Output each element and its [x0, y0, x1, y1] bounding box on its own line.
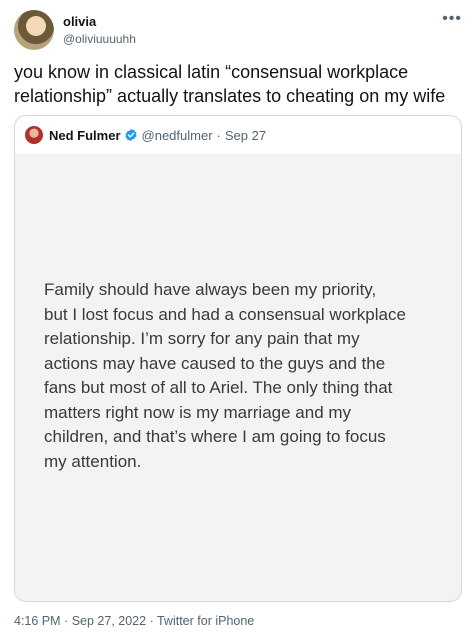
- quoted-tweet-header: Ned Fulmer @nedfulmer · Sep 27: [25, 125, 266, 145]
- statement-line: relationship. I’m sorry for any pain tha…: [44, 329, 360, 348]
- quoted-author-avatar: [25, 126, 43, 144]
- statement-line: fans but most of all to Ariel. The only …: [44, 378, 393, 397]
- quoted-statement-image: Family should have always been my priori…: [15, 154, 461, 601]
- statement-line: actions may have caused to the guys and …: [44, 353, 386, 373]
- footer-separator: ·: [64, 614, 69, 628]
- author-avatar[interactable]: [14, 10, 54, 50]
- tweet-date[interactable]: Sep 27, 2022: [72, 614, 146, 628]
- quoted-author-handle: @nedfulmer: [141, 127, 213, 143]
- tweet-source[interactable]: Twitter for iPhone: [157, 614, 254, 628]
- tweet-text: you know in classical latin “consensual …: [14, 62, 446, 106]
- quoted-date: Sep 27: [224, 127, 267, 143]
- tweet-time[interactable]: 4:16 PM: [14, 614, 61, 628]
- statement-line: children, and that’s where I am going to…: [44, 427, 386, 446]
- statement-line: matters right now is my marriage and my: [44, 402, 352, 422]
- tweet-footer: 4:16 PM · Sep 27, 2022 · Twitter for iPh…: [14, 614, 254, 628]
- statement-line: but I lost focus and had a consensual wo…: [44, 304, 406, 324]
- quoted-author-name: Ned Fulmer: [49, 127, 121, 143]
- statement-line: Family should have always been my priori…: [44, 280, 377, 299]
- quoted-tweet[interactable]: Ned Fulmer @nedfulmer · Sep 27 Family sh…: [14, 115, 462, 602]
- verified-badge-icon: [124, 128, 137, 142]
- statement-text: Family should have always been my priori…: [44, 278, 449, 474]
- quoted-separator: ·: [216, 127, 221, 143]
- footer-separator: ·: [149, 614, 154, 628]
- tweet-header: olivia @oliviuuuuhh •••: [14, 10, 462, 50]
- statement-line: my attention.: [44, 451, 142, 471]
- author-name[interactable]: olivia: [63, 14, 96, 29]
- more-icon[interactable]: •••: [442, 10, 462, 28]
- author-handle[interactable]: @oliviuuuuhh: [63, 32, 136, 46]
